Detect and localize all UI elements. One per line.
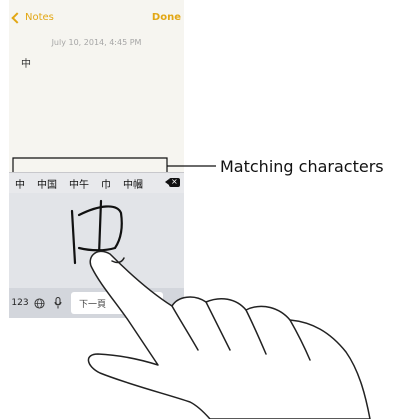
callout-bracket (12, 157, 216, 172)
overlay-layer (12, 157, 371, 419)
callout-label: Matching characters (220, 157, 384, 176)
hand-illustration (87, 250, 371, 419)
